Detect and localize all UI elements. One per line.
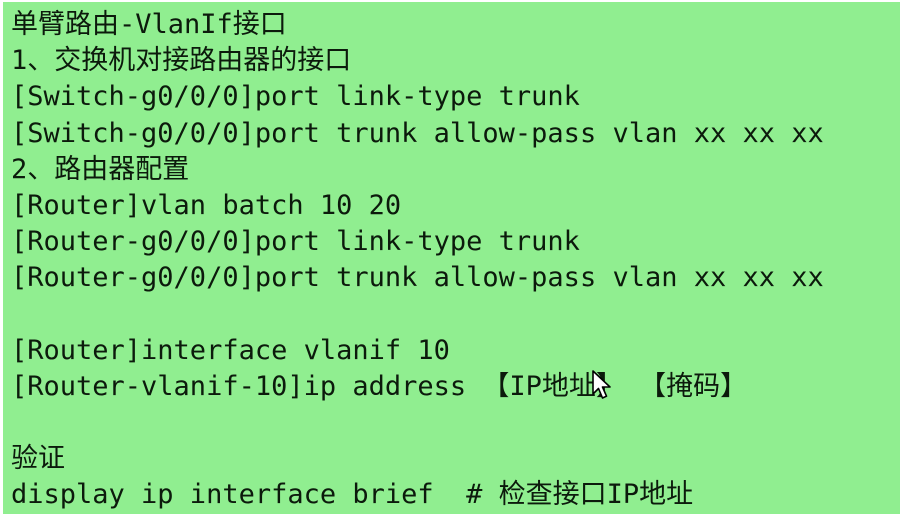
heading-title: 单臂路由-VlanIf接口 xyxy=(11,9,287,40)
step-1-heading: 1、交换机对接路由器的接口 xyxy=(11,45,352,77)
verify-heading: 验证 xyxy=(11,443,65,475)
step-2-heading: 2、路由器配置 xyxy=(11,153,190,185)
command-line: [Router-g0/0/0]port trunk allow-pass vla… xyxy=(11,262,824,294)
command-line: [Router]interface vlanif 10 xyxy=(11,334,450,366)
mouse-pointer-icon xyxy=(592,370,611,399)
note-panel: 单臂路由-VlanIf接口 1、交换机对接路由器的接口 [Switch-g0/0… xyxy=(3,2,900,514)
command-line: [Switch-g0/0/0]port link-type trunk xyxy=(11,81,580,113)
command-line: display ip interface brief # 检查接口IP地址 xyxy=(11,479,694,511)
command-line: [Router-vlanif-10]ip address 【IP地址】 【掩码】 xyxy=(11,370,748,402)
command-line: [Switch-g0/0/0]port trunk allow-pass vla… xyxy=(11,117,824,149)
command-line: [Router-g0/0/0]port link-type trunk xyxy=(11,226,580,258)
command-line: [Router]vlan batch 10 20 xyxy=(11,189,402,221)
